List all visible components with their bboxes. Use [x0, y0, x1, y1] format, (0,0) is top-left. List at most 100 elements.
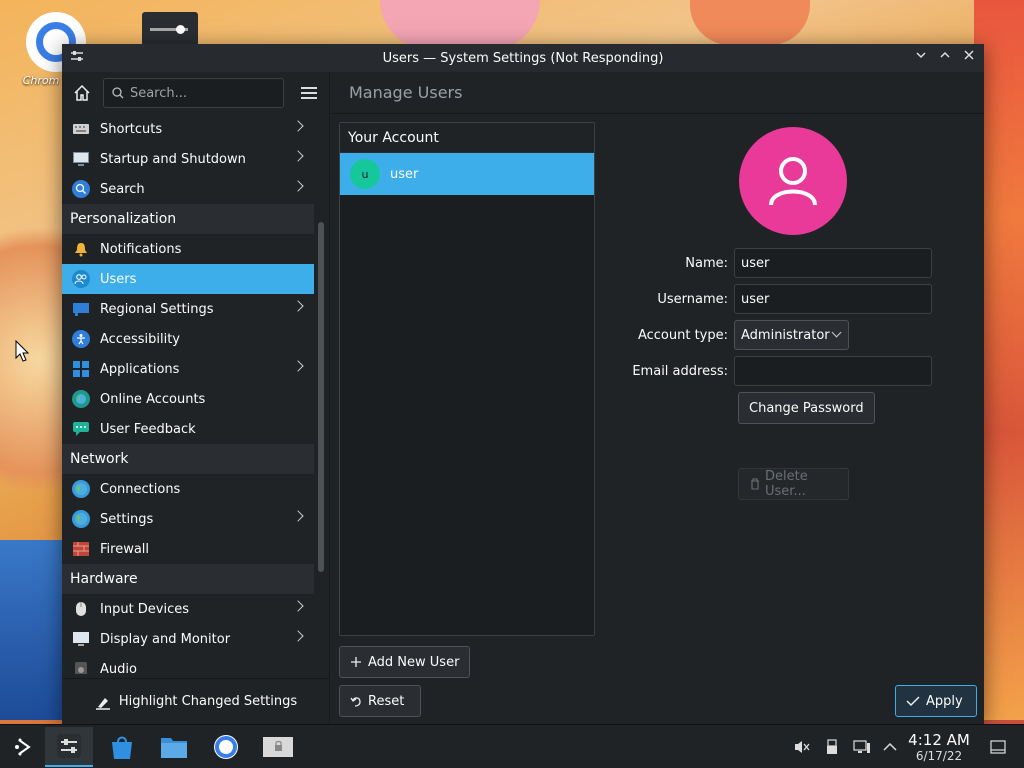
account-type-row: Account type: Administrator	[631, 320, 849, 350]
name-field[interactable]: user	[734, 248, 932, 278]
sidebar-item-user-feedback[interactable]: User Feedback	[62, 414, 314, 444]
globe-icon	[72, 480, 90, 498]
sidebar-item-applications[interactable]: Applications	[62, 354, 314, 384]
trash-icon	[751, 478, 759, 490]
sidebar-item-regional-settings[interactable]: Regional Settings	[62, 294, 314, 324]
locked-app-icon	[263, 737, 293, 757]
checkmark-icon	[906, 696, 920, 707]
sidebar-item-connections[interactable]: Connections	[62, 474, 314, 504]
taskbar-locked-app[interactable]	[254, 727, 302, 767]
taskbar-discover[interactable]	[98, 727, 146, 767]
hamburger-menu-button[interactable]	[296, 80, 321, 106]
search-input[interactable]	[129, 85, 280, 101]
dolphin-files-icon	[161, 738, 187, 758]
sidebar-item-shortcuts[interactable]: Shortcuts	[62, 114, 314, 144]
change-password-button[interactable]: Change Password	[738, 392, 875, 424]
globe-icon	[72, 390, 90, 408]
display-icon	[72, 630, 90, 648]
category-hardware: Hardware	[62, 564, 314, 594]
sidebar-item-online-accounts[interactable]: Online Accounts	[62, 384, 314, 414]
username-field[interactable]: user	[734, 284, 932, 314]
sidebar-scrollbar[interactable]	[318, 222, 324, 572]
undo-icon	[350, 697, 361, 707]
maximize-icon[interactable]	[936, 48, 954, 68]
sidebar-item-accessibility[interactable]: Accessibility	[62, 324, 314, 354]
apply-button[interactable]: Apply	[895, 685, 977, 717]
category-network: Network	[62, 444, 314, 474]
mouse-icon	[72, 600, 90, 618]
taskbar: 4:12 AM 6/17/22	[0, 724, 1024, 768]
sidebar-item-notifications[interactable]: Notifications	[62, 234, 314, 264]
titlebar[interactable]: Users — System Settings (Not Responding)	[62, 44, 984, 72]
user-avatar-large[interactable]	[739, 127, 847, 235]
taskbar-chromium[interactable]	[202, 727, 250, 767]
email-label: Email address:	[632, 363, 728, 379]
sidebar-item-display-monitor[interactable]: Display and Monitor	[62, 624, 314, 654]
system-settings-icon	[57, 734, 81, 758]
username-row: Username: user	[631, 284, 932, 314]
network-icon[interactable]	[852, 737, 872, 757]
search-field[interactable]	[102, 78, 284, 108]
chevron-right-icon	[292, 150, 304, 162]
clock[interactable]: 4:12 AM 6/17/22	[906, 731, 972, 763]
clock-time: 4:12 AM	[908, 731, 970, 749]
add-new-user-button[interactable]: Add New User	[339, 646, 471, 678]
category-personalization: Personalization	[62, 204, 314, 234]
username-label: Username:	[657, 291, 728, 307]
sidebar-item-search[interactable]: Search	[62, 174, 314, 204]
account-type-label: Account type:	[637, 327, 728, 343]
mouse-cursor-icon	[15, 340, 29, 362]
account-type-select[interactable]: Administrator	[734, 320, 849, 350]
user-avatar: u	[348, 157, 382, 191]
user-icon	[769, 157, 817, 206]
home-button[interactable]	[70, 80, 95, 106]
plus-icon	[351, 657, 361, 667]
name-label: Name:	[685, 255, 728, 271]
reset-button[interactable]: Reset	[339, 685, 421, 717]
highlight-changed-settings-button[interactable]: Highlight Changed Settings	[62, 678, 330, 724]
taskbar-system-settings[interactable]	[45, 727, 93, 767]
speaker-icon	[72, 660, 90, 674]
sidebar-item-users[interactable]: Users	[62, 264, 314, 294]
usb-icon[interactable]	[822, 737, 842, 757]
window-title: Users — System Settings (Not Responding)	[382, 50, 664, 66]
desktop-widget[interactable]	[142, 12, 198, 46]
chevron-right-icon	[292, 600, 304, 612]
firewall-icon	[72, 540, 90, 558]
close-icon[interactable]	[960, 48, 978, 68]
show-desktop-icon[interactable]	[988, 737, 1008, 757]
taskbar-dolphin[interactable]	[150, 727, 198, 767]
volume-muted-icon[interactable]	[792, 737, 812, 757]
app-launcher-button[interactable]	[0, 727, 48, 767]
accessibility-icon	[72, 330, 90, 348]
email-row: Email address:	[631, 356, 932, 386]
chevron-right-icon	[292, 120, 304, 132]
sidebar-item-startup-shutdown[interactable]: Startup and Shutdown	[62, 144, 314, 174]
chevron-down-icon	[831, 327, 842, 338]
sidebar-item-network-settings[interactable]: Settings	[62, 504, 314, 534]
highlighter-icon	[95, 697, 110, 710]
user-list: Your Account u user	[339, 122, 595, 636]
bell-icon	[72, 240, 90, 258]
minimize-icon[interactable]	[912, 48, 930, 68]
flag-icon	[72, 300, 90, 318]
email-field[interactable]	[734, 356, 932, 386]
user-list-header: Your Account	[340, 123, 594, 153]
chevron-right-icon	[292, 180, 304, 192]
apps-icon	[72, 360, 90, 378]
delete-user-button[interactable]: Delete User...	[738, 468, 849, 500]
sidebar-item-audio[interactable]: Audio	[62, 654, 314, 674]
chevron-right-icon	[292, 300, 304, 312]
sidebar-item-input-devices[interactable]: Input Devices	[62, 594, 314, 624]
chevron-right-icon	[292, 510, 304, 522]
tray-expand-icon[interactable]	[880, 737, 900, 757]
sidebar-item-firewall[interactable]: Firewall	[62, 534, 314, 564]
home-icon	[74, 84, 90, 101]
name-row: Name: user	[631, 248, 932, 278]
sidebar: Shortcuts Startup and Shutdown Search Pe…	[62, 72, 330, 724]
user-list-item[interactable]: u user	[340, 153, 594, 195]
settings-sliders-icon[interactable]	[68, 49, 86, 67]
user-name: user	[390, 166, 419, 182]
feedback-icon	[72, 420, 90, 438]
app-launcher-icon	[15, 738, 31, 756]
